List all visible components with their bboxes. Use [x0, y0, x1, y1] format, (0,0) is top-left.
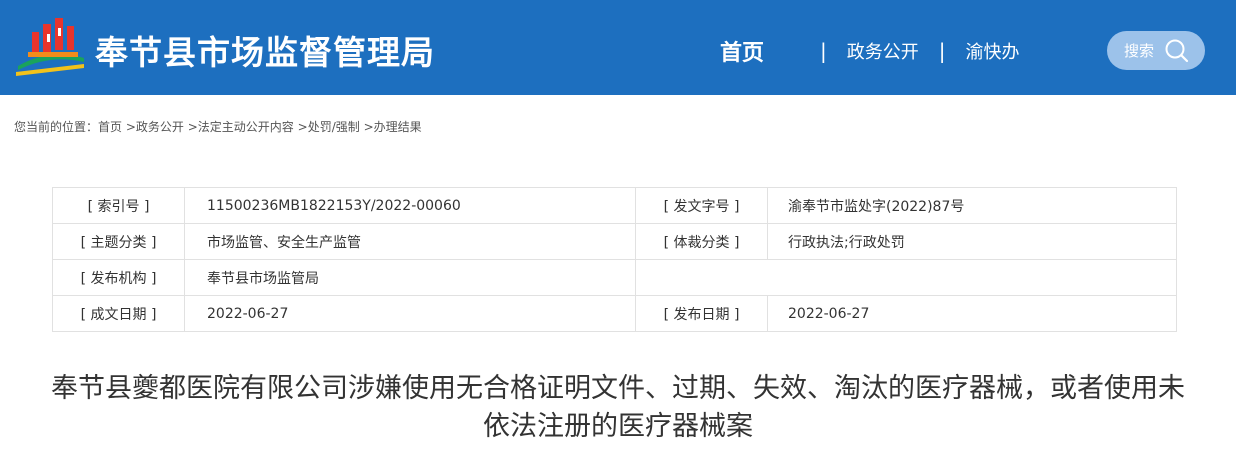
- nav-yukuaiban[interactable]: 渝快办: [966, 38, 1020, 64]
- table-row: [ 主题分类 ] 市场监管、安全生产监管 [ 体裁分类 ] 行政执法;行政处罚: [52, 223, 1177, 260]
- genre-category-value: 行政执法;行政处罚: [767, 223, 1177, 260]
- topic-category-value: 市场监管、安全生产监管: [184, 223, 636, 260]
- nav-separator: |: [938, 39, 946, 63]
- empty-cell: [635, 259, 1177, 296]
- breadcrumb-penalty[interactable]: >处罚/强制: [298, 120, 360, 134]
- search-button[interactable]: 搜索: [1107, 31, 1205, 70]
- breadcrumb-prefix: 您当前的位置：: [14, 120, 99, 134]
- publish-date-value: 2022-06-27: [767, 295, 1177, 332]
- document-title: 奉节县夔都医院有限公司涉嫌使用无合格证明文件、过期、失效、淘汰的医疗器械，或者使…: [51, 373, 1185, 442]
- index-number-label: [ 索引号 ]: [52, 187, 185, 224]
- index-number-value: 11500236MB1822153Y/2022-00060: [184, 187, 636, 224]
- written-date-label: [ 成文日期 ]: [52, 295, 185, 332]
- nav-government-affairs[interactable]: 政务公开: [847, 38, 919, 64]
- topic-category-label: [ 主题分类 ]: [52, 223, 185, 260]
- table-row: [ 索引号 ] 11500236MB1822153Y/2022-00060 [ …: [52, 187, 1177, 224]
- table-row: [ 发布机构 ] 奉节县市场监管局: [52, 259, 1177, 296]
- site-title[interactable]: 奉节县市场监督管理局: [95, 26, 435, 74]
- breadcrumb: 您当前的位置：首页 >政务公开 >法定主动公开内容 >处罚/强制 >办理结果: [14, 118, 422, 135]
- search-icon: [1165, 39, 1189, 63]
- document-number-label: [ 发文字号 ]: [635, 187, 768, 224]
- written-date-value: 2022-06-27: [184, 295, 636, 332]
- table-row: [ 成文日期 ] 2022-06-27 [ 发布日期 ] 2022-06-27: [52, 295, 1177, 332]
- document-number-value: 渝奉节市监处字(2022)87号: [767, 187, 1177, 224]
- site-header: 奉节县市场监督管理局 首页 | 政务公开 | 渝快办 搜索: [0, 0, 1236, 95]
- county-emblem-logo[interactable]: [14, 14, 86, 76]
- genre-category-label: [ 体裁分类 ]: [635, 223, 768, 260]
- nav-separator: |: [820, 39, 827, 63]
- document-metadata-table: [ 索引号 ] 11500236MB1822153Y/2022-00060 [ …: [52, 187, 1177, 332]
- breadcrumb-home[interactable]: 首页: [98, 120, 122, 134]
- nav-home[interactable]: 首页: [720, 35, 764, 67]
- issuing-agency-value: 奉节县市场监管局: [184, 259, 636, 296]
- issuing-agency-label: [ 发布机构 ]: [52, 259, 185, 296]
- breadcrumb-statutory-disclosure[interactable]: >法定主动公开内容: [188, 120, 294, 134]
- main-nav: 首页 | 政务公开 | 渝快办: [720, 36, 1020, 66]
- publish-date-label: [ 发布日期 ]: [635, 295, 768, 332]
- search-label: 搜索: [1124, 42, 1155, 60]
- breadcrumb-government-affairs[interactable]: >政务公开: [126, 120, 184, 134]
- breadcrumb-results[interactable]: >办理结果: [364, 120, 422, 134]
